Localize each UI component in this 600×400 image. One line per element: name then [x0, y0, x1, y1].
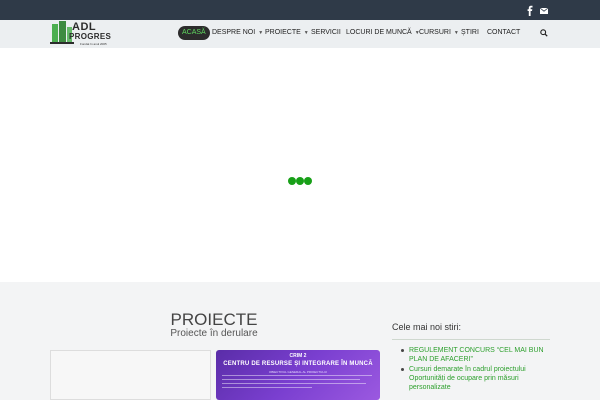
loader-dot [296, 177, 304, 185]
chevron-down-icon: ▼ [258, 30, 264, 36]
project-card-crim2[interactable]: CRIM 2 CENTRU DE RESURSE ȘI INTEGRARE ÎN… [216, 350, 380, 400]
site-logo[interactable]: ADL PROGRES Fondat în anul 2005 [50, 20, 116, 48]
loader-dot [304, 177, 312, 185]
menu-item-cursuri[interactable]: CURSURI ▼ [419, 26, 459, 40]
menu-item-contact[interactable]: CONTACT [487, 26, 520, 40]
news-link[interactable]: Cursuri demarate în cadrul proiectului O… [400, 365, 560, 392]
news-link[interactable]: REGULEMENT CONCURS “CEL MAI BUN PLAN DE … [400, 346, 560, 364]
envelope-icon[interactable] [538, 4, 550, 16]
search-icon[interactable] [540, 26, 548, 40]
loader-dot [288, 177, 296, 185]
card-label: CRIM 2 [289, 353, 307, 359]
logo-line2: PROGRES [69, 32, 112, 41]
top-bar [0, 0, 600, 20]
divider [392, 339, 550, 340]
facebook-icon[interactable] [524, 4, 536, 16]
menu-item-proiecte[interactable]: PROIECTE ▼ [265, 26, 309, 40]
menu-item-despre-noi[interactable]: DESPRE NOI ▼ [212, 26, 263, 40]
project-card[interactable] [50, 350, 211, 400]
card-text-lines [222, 375, 372, 395]
menu-item-stiri[interactable]: ȘTIRI [461, 26, 479, 40]
projects-title: PROIECTE [170, 310, 258, 329]
content-section: PROIECTE Proiecte în derulare CRIM 2 CEN… [0, 282, 600, 400]
card-subtitle: OBIECTIVUL GENERAL AL PROIECTULUI [268, 370, 327, 374]
menu-item-acasa[interactable]: ACASĂ [178, 26, 210, 40]
menu-item-servicii[interactable]: SERVICII [311, 26, 341, 40]
hero-slider-area [0, 48, 600, 282]
projects-subtitle: Proiecte în derulare [170, 328, 258, 339]
main-navbar: ADL PROGRES Fondat în anul 2005 ACASĂ DE… [0, 20, 600, 48]
menu-item-locuri-de-munca[interactable]: LOCURI DE MUNCĂ ▼ [346, 26, 420, 40]
chevron-down-icon: ▼ [303, 30, 309, 36]
news-title: Cele mai noi stiri: [392, 322, 462, 332]
logo-tagline: Fondat în anul 2005 [80, 42, 107, 46]
card-title: CENTRU DE RESURSE ȘI INTEGRARE ÎN MUNCĂ [223, 361, 373, 367]
chevron-down-icon: ▼ [453, 30, 459, 36]
news-list: REGULEMENT CONCURS “CEL MAI BUN PLAN DE … [400, 346, 560, 393]
